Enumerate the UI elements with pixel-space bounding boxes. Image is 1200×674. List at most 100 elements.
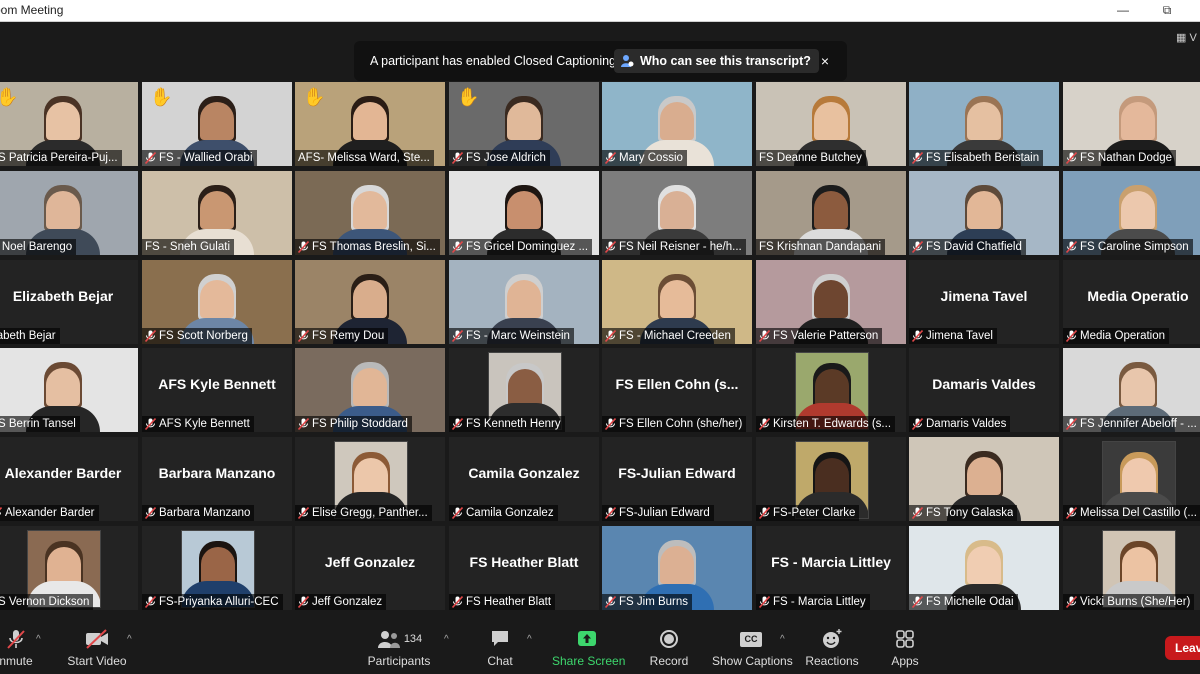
participant-tile[interactable]: FS Nathan Dodge bbox=[1063, 82, 1200, 166]
mic-muted-icon bbox=[759, 596, 770, 608]
captions-options-caret[interactable]: ^ bbox=[780, 634, 785, 645]
participant-tile[interactable]: FS Jim Burns bbox=[602, 526, 752, 610]
participant-tile[interactable]: FS David Chatfield bbox=[909, 171, 1059, 255]
participant-name: FS Vernon Dickson bbox=[0, 596, 90, 608]
closed-captions-icon: CC bbox=[740, 631, 762, 647]
participant-tile[interactable]: FS Jennifer Abeloff - ... bbox=[1063, 348, 1200, 432]
participant-name-label: FS - Marcia Littley bbox=[756, 594, 870, 610]
participant-tile[interactable]: FS Neil Reisner - he/h... bbox=[602, 171, 752, 255]
participant-tile[interactable]: S Noel Barengo bbox=[0, 171, 138, 255]
participant-face bbox=[201, 547, 235, 585]
participant-name-label: FS - Michael Creeden bbox=[602, 328, 735, 344]
participant-tile[interactable]: FS Gricel Dominguez ... bbox=[449, 171, 599, 255]
participant-name: AFS Kyle Bennett bbox=[159, 418, 250, 430]
participant-face bbox=[660, 280, 694, 318]
participant-tile[interactable]: ✋ FS Jose Aldrich bbox=[449, 82, 599, 166]
mic-muted-icon bbox=[1066, 241, 1077, 253]
participant-tile[interactable]: FS Elisabeth Beristain bbox=[909, 82, 1059, 166]
participant-tile[interactable]: Elise Gregg, Panther... bbox=[295, 437, 445, 521]
show-captions-button[interactable]: CC Show Captions bbox=[712, 628, 793, 672]
video-options-caret[interactable]: ^ bbox=[127, 634, 132, 645]
participant-name: FS Gricel Dominguez ... bbox=[466, 241, 589, 253]
participant-display-name: Jimena Tavel bbox=[940, 288, 1028, 304]
participant-tile[interactable]: FS Valerie Patterson bbox=[756, 260, 906, 344]
participant-name-label: FS Krishnan Dandapani bbox=[756, 239, 886, 255]
mic-muted-icon bbox=[452, 330, 463, 342]
participant-tile[interactable]: Camila Gonzalez Camila Gonzalez bbox=[449, 437, 599, 521]
participant-face bbox=[815, 458, 849, 496]
start-video-button[interactable]: Start Video bbox=[64, 628, 130, 672]
participant-tile[interactable]: Kirsten T. Edwards (s... bbox=[756, 348, 906, 432]
participant-tile[interactable]: FS Philip Stoddard bbox=[295, 348, 445, 432]
participant-tile[interactable]: FS Thomas Breslin, Si... bbox=[295, 171, 445, 255]
mic-muted-icon bbox=[7, 630, 25, 649]
participant-tile[interactable]: FS - Sneh Gulati bbox=[142, 171, 292, 255]
participant-tile[interactable]: FS - Michael Creeden bbox=[602, 260, 752, 344]
chat-button[interactable]: Chat bbox=[480, 628, 520, 672]
audio-options-caret[interactable]: ^ bbox=[36, 634, 41, 645]
participant-tile[interactable]: ✋ AFS- Melissa Ward, Ste... bbox=[295, 82, 445, 166]
mic-muted-icon bbox=[759, 330, 770, 342]
participant-name: FS Valerie Patterson bbox=[773, 330, 879, 342]
participant-tile[interactable]: Jeff Gonzalez Jeff Gonzalez bbox=[295, 526, 445, 610]
close-icon[interactable]: × bbox=[816, 51, 834, 71]
participant-tile[interactable]: Melissa Del Castillo (... bbox=[1063, 437, 1200, 521]
participant-tile[interactable]: FS-Peter Clarke bbox=[756, 437, 906, 521]
participant-tile[interactable]: Damaris Valdes Damaris Valdes bbox=[909, 348, 1059, 432]
participant-tile[interactable]: FS-Priyanka Alluri-CEC bbox=[142, 526, 292, 610]
share-screen-button[interactable]: Share Screen bbox=[552, 628, 625, 672]
who-can-see-transcript-button[interactable]: Who can see this transcript? bbox=[614, 49, 819, 73]
participant-tile[interactable]: Barbara Manzano Barbara Manzano bbox=[142, 437, 292, 521]
video-muted-icon bbox=[86, 629, 108, 649]
participant-tile[interactable]: FS Vernon Dickson bbox=[0, 526, 138, 610]
participant-tile[interactable]: FS Krishnan Dandapani bbox=[756, 171, 906, 255]
minimize-button[interactable]: — bbox=[1110, 1, 1136, 19]
participant-tile[interactable]: AFS Kyle Bennett AFS Kyle Bennett bbox=[142, 348, 292, 432]
participant-tile[interactable]: FS - Marcia Littley FS - Marcia Littley bbox=[756, 526, 906, 610]
participant-tile[interactable]: FS Tony Galaska bbox=[909, 437, 1059, 521]
participant-tile[interactable]: FS Caroline Simpson bbox=[1063, 171, 1200, 255]
participant-tile[interactable]: FS Michelle Odai bbox=[909, 526, 1059, 610]
participant-name: FS Tony Galaska bbox=[926, 507, 1014, 519]
participant-tile[interactable]: Mary Cossio bbox=[602, 82, 752, 166]
participant-tile[interactable]: Vicki Burns (She/Her) bbox=[1063, 526, 1200, 610]
participant-tile[interactable]: FS Ellen Cohn (s... FS Ellen Cohn (she/he… bbox=[602, 348, 752, 432]
participant-tile[interactable]: FS Berrin Tansel bbox=[0, 348, 138, 432]
participant-tile[interactable]: FS Kenneth Henry bbox=[449, 348, 599, 432]
participant-name: Media Operation bbox=[1080, 330, 1166, 342]
participant-tile[interactable]: FS Remy Dou bbox=[295, 260, 445, 344]
participant-tile[interactable]: FS - Marc Weinstein bbox=[449, 260, 599, 344]
participant-tile[interactable]: FS Scott Norberg bbox=[142, 260, 292, 344]
title-bar: oom Meeting — ⧉ bbox=[0, 0, 1200, 22]
participant-face bbox=[660, 191, 694, 229]
apps-button[interactable]: Apps bbox=[884, 628, 926, 672]
participant-tile[interactable]: Elizabeth Bejar zabeth Bejar bbox=[0, 260, 138, 344]
participant-tile[interactable]: Jimena Tavel Jimena Tavel bbox=[909, 260, 1059, 344]
participant-tile[interactable]: FS Heather Blatt FS Heather Blatt bbox=[449, 526, 599, 610]
participant-name: FS David Chatfield bbox=[926, 241, 1022, 253]
record-button[interactable]: Record bbox=[646, 628, 692, 672]
participant-tile[interactable]: FS-Julian Edward FS-Julian Edward bbox=[602, 437, 752, 521]
unmute-button[interactable]: nmute bbox=[0, 628, 38, 672]
participant-name-label: FS Tony Galaska bbox=[909, 505, 1018, 521]
mic-muted-icon bbox=[605, 507, 616, 519]
participant-face bbox=[46, 368, 80, 406]
participant-tile[interactable]: ✋ FS - Wallied Orabi bbox=[142, 82, 292, 166]
start-video-label: Start Video bbox=[67, 654, 127, 668]
view-button[interactable]: ▦ V bbox=[1176, 31, 1197, 44]
participant-display-name: AFS Kyle Bennett bbox=[158, 376, 276, 392]
participants-options-caret[interactable]: ^ bbox=[444, 634, 449, 645]
participants-button[interactable]: 134 Participants bbox=[366, 628, 432, 672]
leave-button[interactable]: Leav bbox=[1165, 636, 1200, 660]
reactions-button[interactable]: Reactions bbox=[804, 628, 860, 672]
participant-tile[interactable]: Media Operatio Media Operation bbox=[1063, 260, 1200, 344]
participant-name: FS - Sneh Gulati bbox=[145, 241, 231, 253]
participant-tile[interactable]: ✋ FS Patricia Pereira-Puj... bbox=[0, 82, 138, 166]
chat-options-caret[interactable]: ^ bbox=[527, 634, 532, 645]
mic-muted-icon bbox=[298, 330, 309, 342]
restore-button[interactable]: ⧉ bbox=[1154, 1, 1180, 19]
participant-name-label: FS Valerie Patterson bbox=[756, 328, 883, 344]
mic-muted-icon bbox=[145, 418, 156, 430]
participant-tile[interactable]: Alexander Barder Alexander Barder bbox=[0, 437, 138, 521]
participant-tile[interactable]: FS Deanne Butchey bbox=[756, 82, 906, 166]
